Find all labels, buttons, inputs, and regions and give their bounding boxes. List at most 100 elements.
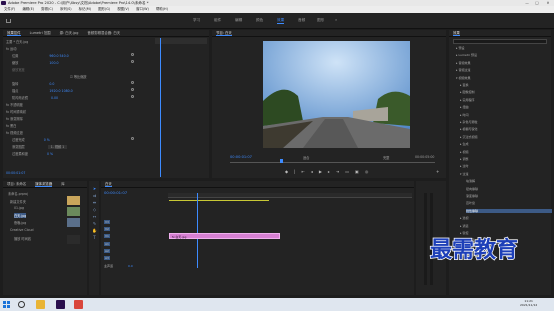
position-value[interactable]: 960.0 540.0 bbox=[49, 54, 68, 58]
effect-item[interactable]: 径向擦除 bbox=[466, 187, 478, 191]
lift-icon[interactable]: ▭ bbox=[345, 169, 355, 174]
keyframe-toggle-icon[interactable] bbox=[131, 137, 134, 140]
project-item[interactable]: 新建文件夹 bbox=[10, 199, 26, 204]
effect-item[interactable]: ▾ 过渡 bbox=[460, 172, 468, 176]
tab-media-browser[interactable]: 媒体浏览器 bbox=[35, 182, 53, 187]
effect-item[interactable]: ▸ 实用程序 bbox=[460, 98, 474, 102]
effect-item-selected[interactable]: 线性擦除 bbox=[466, 208, 552, 213]
premiere-taskbar-icon[interactable] bbox=[56, 300, 65, 309]
project-item[interactable]: 播放 时间线 bbox=[14, 236, 31, 241]
project-item[interactable]: 01.jpg bbox=[14, 206, 24, 210]
thumbnail-image[interactable] bbox=[67, 218, 80, 227]
effect-item[interactable]: ▸ 图像控制 bbox=[460, 90, 474, 94]
project-item[interactable]: 夜晚.jpg bbox=[14, 220, 26, 225]
ripple-edit-icon[interactable]: ⇹ bbox=[92, 200, 97, 205]
ec-timecode[interactable]: 00:00:01:07 bbox=[6, 171, 25, 175]
add-button-icon[interactable]: + bbox=[436, 169, 439, 174]
tab-libraries[interactable]: 库 bbox=[61, 182, 64, 186]
workspace-color[interactable]: 颜色 bbox=[256, 18, 263, 23]
timeline-ruler[interactable] bbox=[168, 193, 412, 198]
keyframe-toggle-icon[interactable] bbox=[131, 53, 134, 56]
uniform-scale-checkbox[interactable]: ☑ 等比缩放 bbox=[70, 74, 87, 79]
effect-item[interactable]: ▸ 通道 bbox=[460, 224, 468, 228]
workspace-more-icon[interactable]: » bbox=[335, 18, 337, 22]
timeline-clip[interactable]: fx 白天.jpg bbox=[169, 233, 280, 239]
tab-lumetri-scopes[interactable]: Lumetri 范围 bbox=[30, 31, 51, 35]
windows-start-icon[interactable] bbox=[3, 301, 10, 308]
workspace-assembly[interactable]: 组件 bbox=[214, 18, 221, 23]
effect-item[interactable]: ▸ 视频 bbox=[460, 150, 468, 154]
effect-item[interactable]: ▸ 模糊与锐化 bbox=[460, 127, 477, 131]
effect-item[interactable]: ▸ 预设 bbox=[456, 46, 464, 50]
extract-icon[interactable]: ▣ bbox=[355, 169, 365, 174]
razor-tool-icon[interactable]: ◇ bbox=[92, 207, 97, 212]
fit-dropdown[interactable]: 适合 bbox=[303, 155, 309, 160]
program-title[interactable]: 节目: 白天 bbox=[216, 31, 232, 36]
menu-file[interactable]: 文件(F) bbox=[4, 7, 15, 11]
play-icon[interactable]: ▶ bbox=[319, 169, 328, 174]
effect-item[interactable]: ▸ 扭曲 bbox=[460, 105, 468, 109]
program-timecode[interactable]: 00:00:01:07 bbox=[230, 155, 252, 159]
app-taskbar-icon[interactable] bbox=[74, 300, 83, 309]
effect-item[interactable]: 百叶窗 bbox=[466, 201, 475, 205]
thumbnail-image[interactable] bbox=[67, 207, 80, 216]
program-video-frame[interactable] bbox=[263, 41, 410, 148]
workspace-graphics[interactable]: 图形 bbox=[317, 18, 324, 23]
timeline-playhead[interactable] bbox=[197, 193, 198, 268]
keyframe-toggle-icon[interactable] bbox=[131, 81, 134, 84]
effect-item[interactable]: ▸ 音频效果 bbox=[456, 61, 470, 65]
step-back-icon[interactable]: ◂ bbox=[311, 169, 319, 174]
tab-effect-controls[interactable]: 效果控件 bbox=[7, 31, 21, 36]
clock[interactable]: 11:21 2021/11/12 bbox=[520, 299, 537, 307]
ec-row-time-remap[interactable]: fx 时间重映射 bbox=[6, 109, 26, 114]
effect-item[interactable]: ▸ 沉浸式视频 bbox=[460, 135, 477, 139]
tab-project[interactable]: 项目: 未命名 bbox=[7, 182, 26, 186]
menu-graphics[interactable]: 图形(G) bbox=[98, 7, 110, 11]
effect-item[interactable]: ▾ 视频效果 bbox=[456, 76, 470, 80]
anchor-value[interactable]: 1920.0 1080.0 bbox=[49, 89, 72, 93]
effect-item[interactable]: ▸ 时间 bbox=[460, 113, 468, 117]
mark-in-icon[interactable]: ◆ bbox=[285, 169, 294, 174]
effect-item[interactable]: ▸ 调整 bbox=[460, 157, 468, 161]
project-item-selected[interactable]: 白天.jpg bbox=[14, 213, 27, 218]
menu-edit[interactable]: 编辑(E) bbox=[22, 7, 34, 11]
effect-item[interactable]: ▸ 杂色与颗粒 bbox=[460, 120, 477, 124]
ec-row-black-white[interactable]: fx 黑白 bbox=[6, 123, 16, 128]
workspace-effects[interactable]: 效果 bbox=[277, 18, 285, 24]
thumbnail-image[interactable] bbox=[67, 196, 80, 205]
menu-window[interactable]: 窗口(W) bbox=[136, 7, 149, 11]
menu-marker[interactable]: 标记(M) bbox=[79, 7, 91, 11]
effects-search-input[interactable] bbox=[453, 39, 547, 44]
tab-audio-clip-mixer[interactable]: 音频剪辑混合器: 白天 bbox=[87, 31, 120, 35]
softness-value[interactable]: 0 % bbox=[47, 152, 53, 156]
effect-item[interactable]: ▸ 透视 bbox=[460, 216, 468, 220]
go-to-out-icon[interactable]: ⇥ bbox=[336, 169, 345, 174]
go-to-in-icon[interactable]: ⇤ bbox=[301, 169, 310, 174]
slip-tool-icon[interactable]: ↔ bbox=[92, 214, 97, 219]
ec-row-video-transition[interactable]: fx 视频过渡 bbox=[6, 130, 23, 135]
selection-tool-icon[interactable]: ➤ bbox=[92, 186, 97, 191]
workspace-audio[interactable]: 音频 bbox=[298, 18, 305, 23]
program-scrubber[interactable] bbox=[230, 162, 435, 163]
ec-row-motion[interactable]: fx 运动 bbox=[6, 46, 16, 51]
completion-value[interactable]: 0 % bbox=[44, 138, 50, 142]
ec-row-opacity[interactable]: fx 不透明度 bbox=[6, 102, 23, 107]
workspace-editing[interactable]: 编辑 bbox=[235, 18, 242, 23]
gradient-layer-select[interactable]: 1. 视频 1 bbox=[47, 145, 68, 149]
file-explorer-icon[interactable] bbox=[36, 300, 45, 309]
workspace-learn[interactable]: 学习 bbox=[193, 18, 200, 23]
project-item[interactable]: Creative Cloud bbox=[10, 228, 33, 232]
work-area-bar[interactable] bbox=[169, 200, 269, 201]
type-tool-icon[interactable]: T bbox=[92, 235, 97, 240]
scale-value[interactable]: 100.0 bbox=[49, 61, 58, 65]
menu-clip[interactable]: 剪辑(C) bbox=[41, 7, 53, 11]
timeline-timecode[interactable]: 00:00:01:07 bbox=[104, 190, 127, 195]
effect-item[interactable]: ▸ 过时 bbox=[460, 164, 468, 168]
effect-item[interactable]: ▸ 变换 bbox=[460, 83, 468, 87]
program-playhead[interactable] bbox=[280, 159, 283, 163]
effect-item[interactable]: 渐变擦除 bbox=[466, 194, 478, 198]
step-forward-icon[interactable]: ▸ bbox=[328, 169, 336, 174]
export-frame-icon[interactable]: ◎ bbox=[365, 169, 375, 174]
menu-sequence[interactable]: 序列(S) bbox=[60, 7, 72, 11]
pen-tool-icon[interactable]: ✎ bbox=[92, 221, 97, 226]
